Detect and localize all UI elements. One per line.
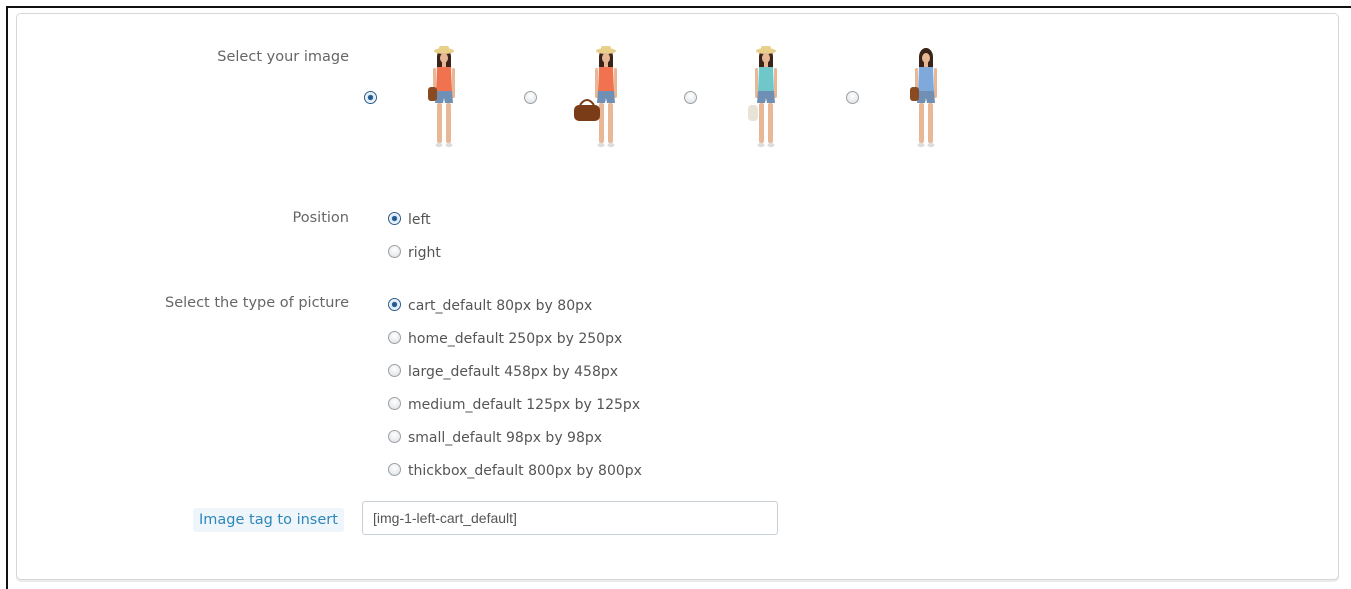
picture-type-label-thickbox[interactable]: thickbox_default 800px by 800px	[408, 463, 642, 479]
picture-type-radio-thickbox[interactable]	[388, 463, 401, 476]
picture-type-radio-medium[interactable]	[388, 397, 401, 410]
picture-type-radio-small[interactable]	[388, 430, 401, 443]
picture-type-radio-home[interactable]	[388, 331, 401, 344]
picture-type-label-large[interactable]: large_default 458px by 458px	[408, 364, 618, 380]
image-thumbnail-2[interactable]	[566, 43, 646, 163]
picture-type-label-medium[interactable]: medium_default 125px by 125px	[408, 397, 640, 413]
image-radio-1[interactable]	[364, 91, 377, 104]
position-right-label[interactable]: right	[408, 245, 441, 261]
picture-type-radio-cart[interactable]	[388, 298, 401, 311]
image-radio-3[interactable]	[684, 91, 697, 104]
picture-type-label-home[interactable]: home_default 250px by 250px	[408, 331, 622, 347]
image-radio-2[interactable]	[524, 91, 537, 104]
picture-type-label: Select the type of picture	[165, 295, 349, 311]
image-radio-4[interactable]	[846, 91, 859, 104]
image-thumbnail-3[interactable]	[726, 43, 806, 163]
position-left-radio[interactable]	[388, 212, 401, 225]
image-thumbnail-1[interactable]	[404, 43, 484, 163]
position-left-label[interactable]: left	[408, 212, 431, 228]
picture-type-label-cart[interactable]: cart_default 80px by 80px	[408, 298, 592, 314]
position-right-radio[interactable]	[388, 245, 401, 258]
image-tag-label: Image tag to insert	[193, 508, 344, 532]
select-image-label: Select your image	[217, 49, 349, 65]
position-label: Position	[292, 210, 349, 226]
image-tag-input[interactable]	[362, 501, 778, 535]
picture-type-radio-large[interactable]	[388, 364, 401, 377]
image-thumbnail-4[interactable]	[886, 43, 966, 163]
picture-type-label-small[interactable]: small_default 98px by 98px	[408, 430, 602, 446]
